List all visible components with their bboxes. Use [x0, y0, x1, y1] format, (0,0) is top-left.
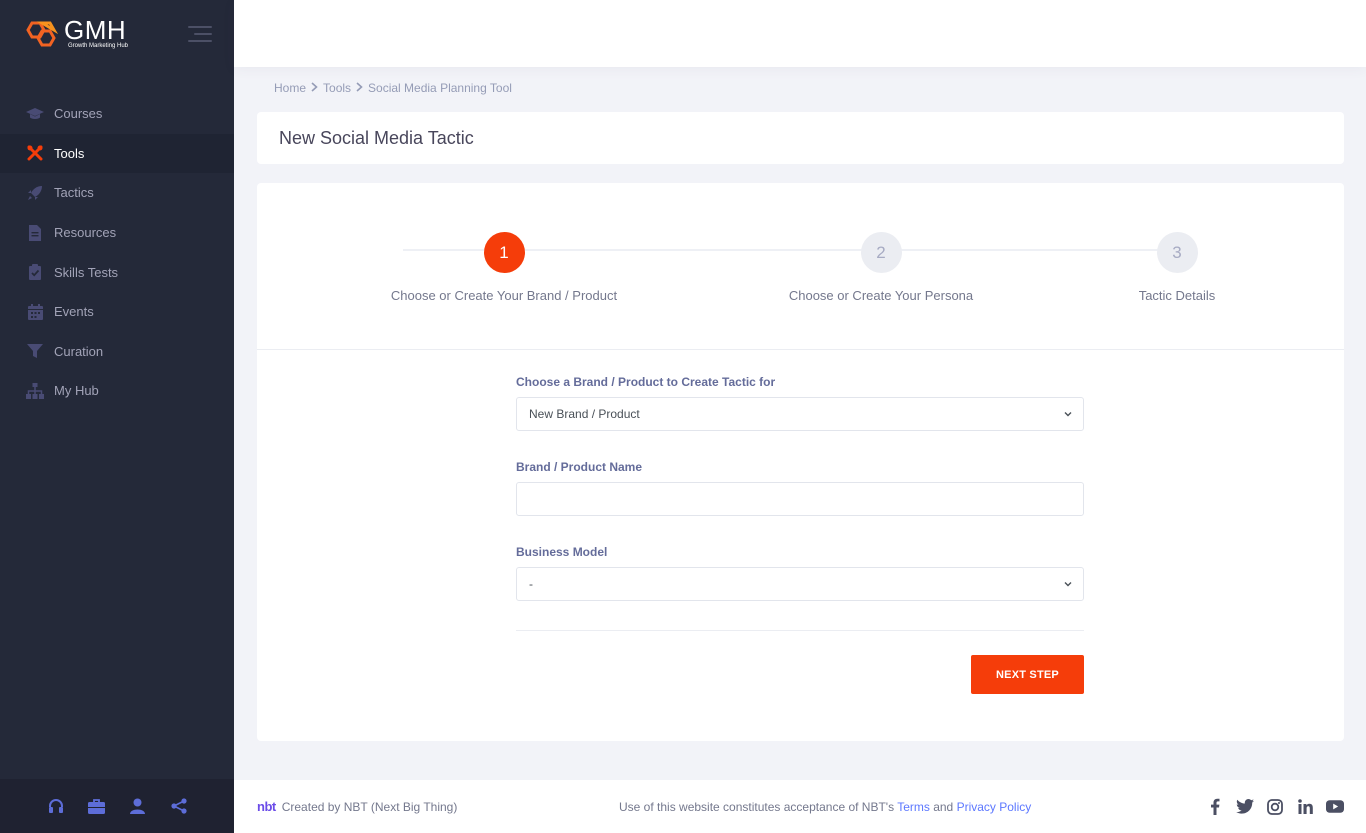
sidebar-item-resources[interactable]: Resources [0, 213, 234, 253]
calendar-icon [26, 303, 44, 321]
page-title-card: New Social Media Tactic [257, 112, 1344, 164]
gmh-logo[interactable]: GMH Growth Marketing Hub [22, 15, 129, 50]
next-step-button[interactable]: NEXT STEP [971, 655, 1084, 694]
form-divider [516, 630, 1084, 631]
rocket-icon [26, 184, 44, 202]
top-header [234, 0, 1366, 67]
brand-select[interactable]: New Brand / Product [516, 397, 1084, 431]
breadcrumb-current[interactable]: Social Media Planning Tool [368, 81, 512, 95]
logo-subtitle: Growth Marketing Hub [68, 43, 129, 49]
graduation-cap-icon [26, 105, 44, 123]
wizard-card: 1 Choose or Create Your Brand / Product … [257, 183, 1344, 741]
page-title: New Social Media Tactic [279, 127, 474, 148]
brand-select-value: New Brand / Product [529, 407, 640, 421]
sidebar-item-events[interactable]: Events [0, 292, 234, 332]
privacy-policy-link[interactable]: Privacy Policy [957, 800, 1032, 814]
page-footer: nbt Created by NBT (Next Big Thing) Use … [234, 780, 1366, 833]
sidebar-item-label: Tactics [54, 185, 94, 201]
sidebar-item-label: Events [54, 304, 94, 320]
sitemap-icon [26, 382, 44, 400]
footer-notice: Use of this website constitutes acceptan… [619, 800, 1031, 814]
footer-credit: nbt Created by NBT (Next Big Thing) [257, 799, 457, 814]
sidebar: GMH Growth Marketing Hub Courses Tools T… [0, 0, 234, 833]
user-icon[interactable] [129, 798, 146, 815]
step-label: Tactic Details [1138, 288, 1216, 303]
file-icon [26, 224, 44, 242]
sidebar-item-label: Courses [54, 106, 103, 122]
brand-form: Choose a Brand / Product to Create Tacti… [516, 375, 1084, 630]
brand-name-label: Brand / Product Name [516, 460, 643, 474]
menu-toggle-button[interactable] [188, 26, 212, 44]
step-number: 1 [483, 232, 525, 273]
sidebar-item-my-hub[interactable]: My Hub [0, 371, 234, 411]
step-number: 3 [1156, 232, 1198, 273]
sidebar-item-tactics[interactable]: Tactics [0, 173, 234, 213]
share-icon[interactable] [170, 798, 187, 815]
business-model-label: Business Model [516, 545, 608, 559]
instagram-icon[interactable] [1266, 798, 1284, 816]
wizard-step-1[interactable]: 1 Choose or Create Your Brand / Product [354, 232, 654, 303]
sidebar-item-tools[interactable]: Tools [0, 133, 234, 174]
and-text: and [929, 799, 957, 814]
chevron-right-icon [356, 81, 363, 95]
tools-icon [26, 144, 44, 162]
sidebar-item-label: Tools [54, 145, 85, 161]
logo-hexagon-icon [26, 21, 59, 47]
youtube-icon[interactable] [1326, 798, 1344, 816]
wizard-step-3[interactable]: 3 Tactic Details [1027, 232, 1327, 303]
nbt-logo[interactable]: nbt [257, 799, 276, 814]
business-model-value: - [529, 577, 533, 591]
briefcase-icon[interactable] [88, 798, 105, 815]
sidebar-item-courses[interactable]: Courses [0, 94, 234, 134]
sidebar-menu: Courses Tools Tactics Resources Skills T… [0, 94, 234, 411]
sidebar-item-label: Curation [54, 343, 104, 359]
business-model-select[interactable]: - [516, 567, 1084, 601]
step-label: Choose or Create Your Brand / Product [390, 288, 618, 303]
brand-header: GMH Growth Marketing Hub [0, 0, 234, 68]
clipboard-check-icon [26, 263, 44, 281]
headset-icon[interactable] [47, 798, 64, 815]
notice-text: Use of this website constitutes acceptan… [619, 799, 898, 814]
filter-icon [26, 342, 44, 360]
terms-link[interactable]: Terms [897, 800, 930, 814]
chevron-right-icon [311, 81, 318, 95]
sidebar-item-curation[interactable]: Curation [0, 332, 234, 372]
chevron-down-icon [1064, 582, 1072, 587]
breadcrumb-home[interactable]: Home [274, 81, 306, 95]
sidebar-item-label: Skills Tests [54, 264, 119, 280]
sidebar-item-label: Resources [54, 225, 117, 241]
wizard-step-2[interactable]: 2 Choose or Create Your Persona [731, 232, 1031, 303]
breadcrumb: Home Tools Social Media Planning Tool [274, 81, 512, 95]
step-number: 2 [860, 232, 902, 273]
wizard-nav: 1 Choose or Create Your Brand / Product … [257, 183, 1344, 350]
sidebar-item-label: My Hub [54, 383, 99, 399]
step-label: Choose or Create Your Persona [788, 288, 974, 303]
logo-title: GMH [64, 15, 127, 45]
chevron-down-icon [1064, 412, 1072, 417]
sidebar-footer [0, 779, 234, 833]
brand-name-input[interactable] [516, 482, 1084, 516]
sidebar-item-skills-tests[interactable]: Skills Tests [0, 252, 234, 292]
breadcrumb-tools[interactable]: Tools [323, 81, 351, 95]
brand-select-label: Choose a Brand / Product to Create Tacti… [516, 375, 776, 389]
social-links [1206, 798, 1344, 816]
created-by-text: Created by NBT (Next Big Thing) [281, 799, 458, 814]
linkedin-icon[interactable] [1296, 798, 1314, 816]
facebook-icon[interactable] [1206, 798, 1224, 816]
twitter-icon[interactable] [1236, 798, 1254, 816]
